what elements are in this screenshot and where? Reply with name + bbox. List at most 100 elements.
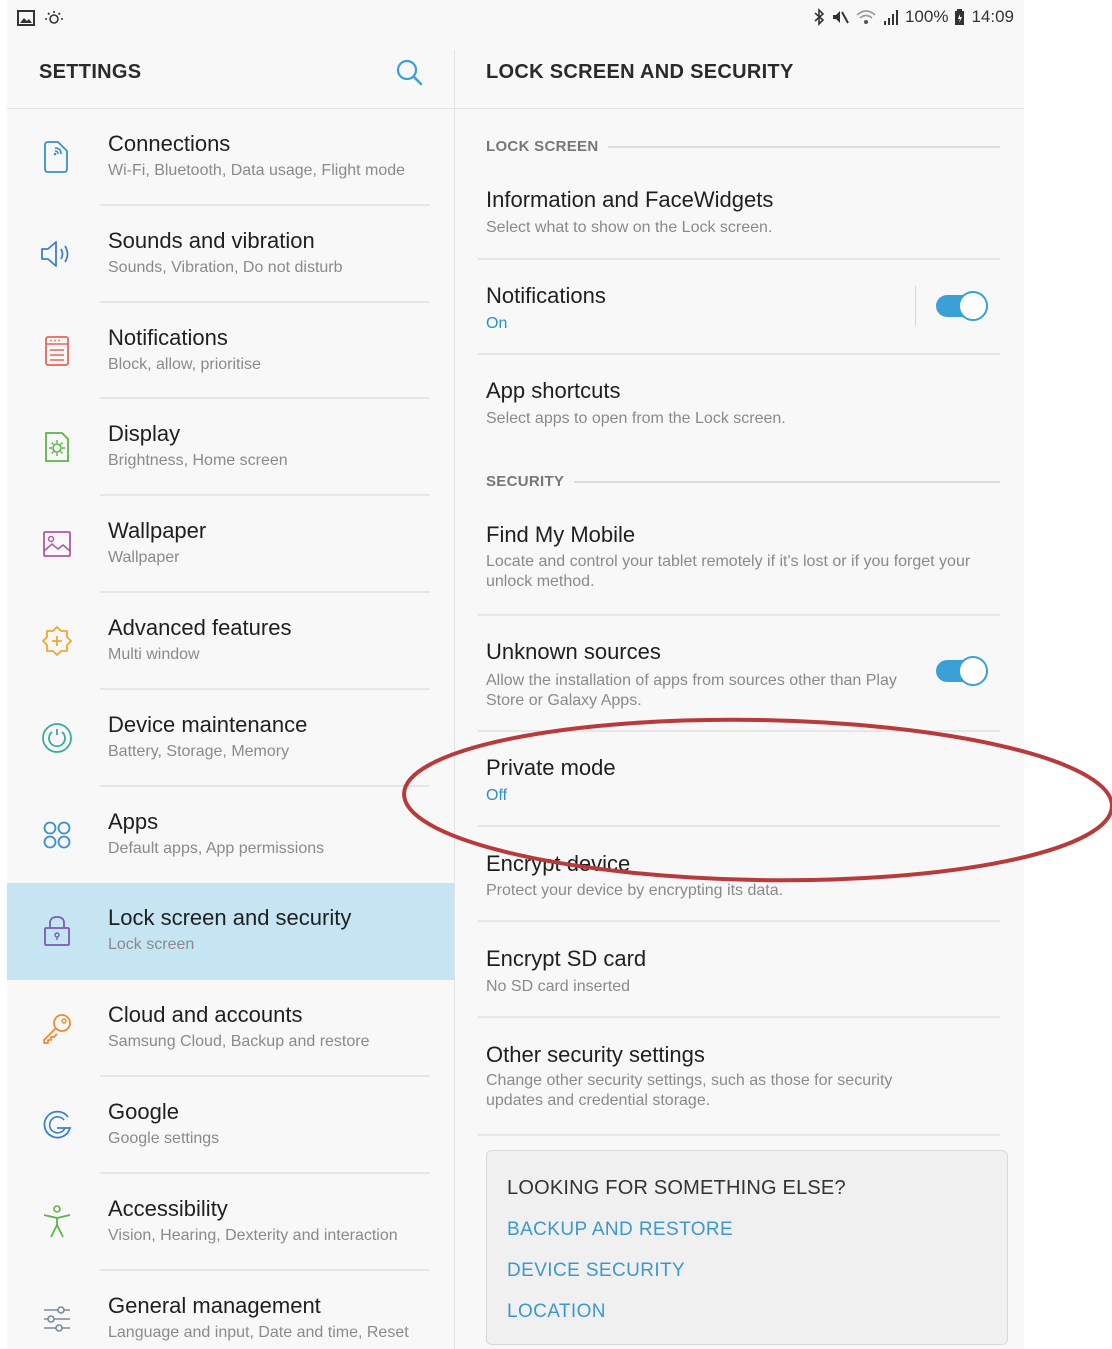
toggle-separator	[915, 286, 916, 326]
menu-item-display[interactable]: Display Brightness, Home screen	[7, 399, 454, 497]
menu-item-title: Connections	[108, 131, 231, 156]
detail-header: LOCK SCREEN AND SECURITY	[454, 36, 1024, 108]
row-find-my-mobile[interactable]: Find My Mobile Locate and control your t…	[454, 504, 1024, 616]
menu-item-subtitle: Samsung Cloud, Backup and restore	[108, 1033, 370, 1051]
apps-icon	[37, 815, 77, 855]
section-label: LOCK SCREEN	[486, 138, 599, 155]
mute-icon	[831, 8, 849, 26]
menu-item-cloud-accounts[interactable]: Cloud and accounts Samsung Cloud, Backup…	[7, 980, 454, 1077]
menu-item-google[interactable]: Google Google settings	[7, 1077, 454, 1174]
menu-item-title: Sounds and vibration	[108, 227, 315, 253]
notifications-toggle[interactable]	[936, 291, 988, 321]
menu-item-general-management[interactable]: General management Language and input, D…	[7, 1271, 454, 1349]
menu-item-title: Google	[108, 1098, 179, 1124]
toggle-knob	[958, 656, 988, 686]
google-icon	[37, 1105, 77, 1145]
menu-item-subtitle: Wi-Fi, Bluetooth, Data usage, Flight mod…	[108, 162, 406, 179]
row-other-security-settings[interactable]: Other security settings Change other sec…	[454, 1018, 1024, 1136]
row-status: Off	[486, 787, 508, 804]
menu-item-title: Accessibility	[108, 1195, 228, 1221]
row-title: Find My Mobile	[486, 522, 636, 547]
menu-item-wallpaper[interactable]: Wallpaper Wallpaper	[7, 496, 454, 593]
menu-item-subtitle: Language and input, Date and time, Reset	[108, 1323, 409, 1341]
menu-item-lock-screen-security[interactable]: Lock screen and security Lock screen	[7, 883, 454, 981]
menu-item-connections[interactable]: Connections Wi-Fi, Bluetooth, Data usage…	[7, 109, 454, 206]
search-button[interactable]	[395, 58, 425, 88]
menu-item-subtitle: Brightness, Home screen	[108, 452, 288, 470]
row-title: Private mode	[486, 755, 616, 780]
status-bar: 100% 14:09	[7, 0, 1024, 36]
menu-item-subtitle: Vision, Hearing, Dexterity and interacti…	[108, 1226, 398, 1244]
gallery-notification-icon	[17, 10, 35, 31]
menu-item-subtitle: Block, allow, prioritise	[108, 355, 261, 373]
accessibility-icon	[37, 1202, 77, 1242]
menu-item-device-maintenance[interactable]: Device maintenance Battery, Storage, Mem…	[7, 690, 454, 787]
wifi-icon	[855, 8, 877, 26]
row-title: Notifications	[486, 283, 606, 308]
row-unknown-sources[interactable]: Unknown sources Allow the installation o…	[454, 616, 1024, 732]
menu-item-subtitle: Battery, Storage, Memory	[108, 742, 290, 760]
menu-item-apps[interactable]: Apps Default apps, App permissions	[7, 787, 454, 884]
display-icon	[37, 427, 77, 467]
menu-item-subtitle: Google settings	[108, 1129, 220, 1147]
menu-item-subtitle: Default apps, App permissions	[108, 839, 325, 857]
row-title: Other security settings	[486, 1042, 705, 1067]
menu-item-title: Cloud and accounts	[108, 1002, 303, 1028]
settings-header: SETTINGS	[7, 36, 454, 108]
menu-item-advanced-features[interactable]: Advanced features Multi window	[7, 593, 454, 690]
unknown-sources-toggle[interactable]	[936, 656, 988, 686]
notifications-icon	[37, 331, 77, 371]
row-subtitle: Protect your device by encrypting its da…	[486, 882, 784, 899]
eye-comfort-icon	[43, 9, 65, 32]
menu-item-title: Lock screen and security	[108, 905, 352, 931]
row-subtitle: Change other security settings, such as …	[486, 1072, 893, 1109]
menu-item-subtitle: Lock screen	[108, 936, 195, 954]
row-title: Information and FaceWidgets	[486, 187, 774, 212]
menu-item-sounds[interactable]: Sounds and vibration Sounds, Vibration, …	[7, 206, 454, 303]
link-device-security[interactable]: DEVICE SECURITY	[507, 1260, 685, 1282]
menu-item-title: Apps	[108, 808, 159, 834]
row-encrypt-sd-card[interactable]: Encrypt SD card No SD card inserted	[454, 922, 1024, 1018]
row-notifications[interactable]: Notifications On	[454, 260, 1024, 355]
toggle-knob	[958, 291, 988, 321]
row-subtitle: Locate and control your tablet remotely …	[486, 553, 971, 590]
speaker-icon	[37, 234, 77, 274]
menu-item-accessibility[interactable]: Accessibility Vision, Hearing, Dexterity…	[7, 1174, 454, 1271]
menu-item-notifications[interactable]: Notifications Block, allow, prioritise	[7, 303, 454, 400]
row-status: On	[486, 315, 508, 332]
settings-menu: Connections Wi-Fi, Bluetooth, Data usage…	[7, 109, 454, 1349]
section-label: SECURITY	[486, 473, 565, 490]
battery-percent: 100%	[904, 7, 949, 26]
section-line	[574, 480, 1000, 483]
advanced-icon	[37, 621, 77, 661]
menu-item-title: Wallpaper	[108, 518, 207, 544]
page-title: SETTINGS	[39, 61, 142, 83]
row-subtitle: Select apps to open from the Lock screen…	[486, 410, 786, 427]
row-title: Encrypt SD card	[486, 946, 647, 971]
key-icon	[37, 1008, 77, 1048]
related-settings-heading: LOOKING FOR SOMETHING ELSE?	[507, 1177, 846, 1199]
clock: 14:09	[971, 7, 1014, 26]
section-header-lock-screen: LOCK SCREEN	[486, 138, 1000, 155]
row-title: App shortcuts	[486, 378, 621, 403]
row-app-shortcuts[interactable]: App shortcuts Select apps to open from t…	[454, 355, 1024, 445]
bluetooth-icon	[813, 8, 825, 26]
related-settings-card: LOOKING FOR SOMETHING ELSE? BACKUP AND R…	[486, 1150, 1008, 1345]
row-subtitle: Allow the installation of apps from sour…	[486, 672, 897, 709]
search-icon	[396, 59, 423, 86]
row-subtitle: No SD card inserted	[486, 978, 631, 995]
row-title: Encrypt device	[486, 851, 631, 876]
link-location[interactable]: LOCATION	[507, 1301, 606, 1323]
row-private-mode[interactable]: Private mode Off	[454, 732, 1024, 827]
menu-item-subtitle: Multi window	[108, 645, 200, 663]
row-encrypt-device[interactable]: Encrypt device Protect your device by en…	[454, 827, 1024, 922]
battery-icon	[954, 8, 965, 26]
row-information-facewidgets[interactable]: Information and FaceWidgets Select what …	[454, 168, 1024, 260]
menu-item-title: Notifications	[108, 324, 228, 350]
maintenance-icon	[37, 718, 77, 758]
menu-item-title: General management	[108, 1292, 321, 1318]
menu-item-title: Device maintenance	[108, 711, 308, 737]
link-backup-restore[interactable]: BACKUP AND RESTORE	[507, 1219, 733, 1241]
tablet-screen: 100% 14:09 SETTINGS LOCK SCREEN AND SECU…	[7, 0, 1024, 1349]
sliders-icon	[37, 1299, 77, 1339]
